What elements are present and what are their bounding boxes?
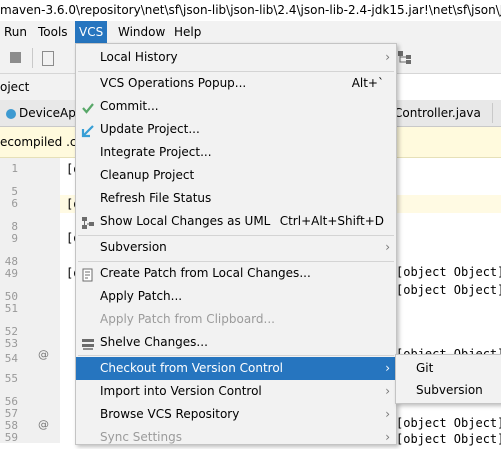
menu-item-integrate-project[interactable]: Integrate Project... xyxy=(76,141,396,164)
submenu-arrow-icon: › xyxy=(385,384,390,398)
tab-controller[interactable]: Controller.java xyxy=(388,100,500,126)
code-line: [object Object] xyxy=(396,265,501,279)
toolbar-divider xyxy=(32,48,33,68)
menu-item-label: Commit... xyxy=(100,99,159,113)
editor-gutter: 1 5 6 8 9 48 49 50 51 52 53 54 55 56 57 … xyxy=(0,158,60,444)
menu-item-update-project[interactable]: Update Project... xyxy=(76,118,396,141)
line-number: 1 xyxy=(11,162,18,175)
submenu-arrow-icon: › xyxy=(385,407,390,421)
line-number: 55 xyxy=(4,372,18,385)
submenu-item-label: Git xyxy=(416,361,434,375)
submenu-item-subversion[interactable]: Subversion xyxy=(396,379,501,401)
code-line: [object Object] xyxy=(396,416,501,430)
line-number: 51 xyxy=(4,302,18,315)
menu-item-label: Local History xyxy=(100,50,178,64)
menu-help[interactable]: Help xyxy=(170,21,205,43)
submenu-arrow-icon: › xyxy=(385,430,390,444)
menu-item-create-patch[interactable]: Create Patch from Local Changes... xyxy=(76,262,396,285)
menu-item-label: Import into Version Control xyxy=(100,384,262,398)
menu-item-label: Cleanup Project xyxy=(100,168,195,182)
edit-icon[interactable] xyxy=(42,51,54,66)
menu-item-vcs-operations-popup[interactable]: VCS Operations Popup... Alt+` xyxy=(76,72,396,95)
menu-item-browse-repository[interactable]: Browse VCS Repository › xyxy=(76,403,396,426)
menu-item-apply-patch[interactable]: Apply Patch... xyxy=(76,285,396,308)
menu-item-label: Show Local Changes as UML xyxy=(100,214,271,228)
check-icon xyxy=(81,100,95,114)
menu-item-commit[interactable]: Commit... xyxy=(76,95,396,118)
menu-item-label: Create Patch from Local Changes... xyxy=(100,266,311,280)
class-icon xyxy=(6,108,16,119)
shelve-icon xyxy=(81,336,95,350)
menu-item-cleanup-project[interactable]: Cleanup Project xyxy=(76,164,396,187)
menu-item-local-history[interactable]: Local History › xyxy=(76,46,396,69)
menu-item-apply-patch-clipboard: Apply Patch from Clipboard... xyxy=(76,308,396,331)
menu-item-import[interactable]: Import into Version Control › xyxy=(76,380,396,403)
tab-divider xyxy=(492,103,493,123)
annotation-marker-icon: @ xyxy=(38,418,49,431)
menu-vcs[interactable]: VCS xyxy=(75,21,108,43)
submenu-item-git[interactable]: Git xyxy=(396,357,501,379)
line-number: 59 xyxy=(4,431,18,444)
menu-item-label: Update Project... xyxy=(100,122,200,136)
line-number: 53 xyxy=(4,337,18,350)
menu-item-label: VCS Operations Popup... xyxy=(100,76,247,90)
submenu-arrow-icon: › xyxy=(385,50,390,64)
menu-item-label: Shelve Changes... xyxy=(100,335,208,349)
structure-icon[interactable] xyxy=(398,51,412,65)
menu-item-label: Checkout from Version Control xyxy=(100,361,284,375)
menu-separator xyxy=(78,355,394,356)
checkout-submenu: Git Subversion xyxy=(395,354,501,404)
line-number: 49 xyxy=(4,267,18,280)
update-arrow-icon xyxy=(81,123,95,138)
stop-icon[interactable] xyxy=(10,52,21,63)
line-number: 9 xyxy=(11,232,18,245)
menu-window[interactable]: Window xyxy=(114,21,169,43)
line-number: 6 xyxy=(11,197,18,210)
line-number: 54 xyxy=(4,352,18,365)
menu-item-label: Subversion xyxy=(100,240,167,254)
code-line: [object Object] xyxy=(396,283,501,297)
menu-item-shelve-changes[interactable]: Shelve Changes... xyxy=(76,331,396,354)
tab-label: Controller.java xyxy=(394,106,481,120)
submenu-arrow-icon: › xyxy=(385,240,390,254)
menu-item-shortcut: Ctrl+Alt+Shift+D xyxy=(279,214,384,228)
menu-item-label: Integrate Project... xyxy=(100,145,212,159)
submenu-arrow-icon: › xyxy=(385,361,390,375)
uml-icon xyxy=(81,215,95,229)
project-panel-header[interactable]: oject xyxy=(0,74,80,100)
menu-item-sync-settings: Sync Settings › xyxy=(76,426,396,449)
submenu-item-label: Subversion xyxy=(416,383,483,397)
menu-item-subversion[interactable]: Subversion › xyxy=(76,236,396,259)
menu-item-label: Sync Settings xyxy=(100,430,182,444)
menu-run[interactable]: Run xyxy=(0,21,31,43)
annotation-marker-icon: @ xyxy=(38,348,49,361)
menu-item-show-local-changes-uml[interactable]: Show Local Changes as UML Ctrl+Alt+Shift… xyxy=(76,210,396,233)
menu-item-shortcut: Alt+` xyxy=(351,76,384,90)
menu-item-checkout[interactable]: Checkout from Version Control › xyxy=(76,357,396,380)
menu-tools[interactable]: Tools xyxy=(34,21,72,43)
menubar: Run Tools VCS Window Help xyxy=(0,21,501,43)
menu-item-label: Apply Patch from Clipboard... xyxy=(100,312,275,326)
patch-icon xyxy=(81,267,95,282)
window-title: maven-3.6.0\repository\net\sf\json-lib\j… xyxy=(0,0,501,21)
menu-item-label: Browse VCS Repository xyxy=(100,407,240,421)
menu-item-refresh-file-status[interactable]: Refresh File Status xyxy=(76,187,396,210)
code-line: [object Object] xyxy=(396,432,501,446)
menu-item-label: Refresh File Status xyxy=(100,191,212,205)
menu-item-label: Apply Patch... xyxy=(100,289,183,303)
vcs-menu: Local History › VCS Operations Popup... … xyxy=(75,43,397,445)
